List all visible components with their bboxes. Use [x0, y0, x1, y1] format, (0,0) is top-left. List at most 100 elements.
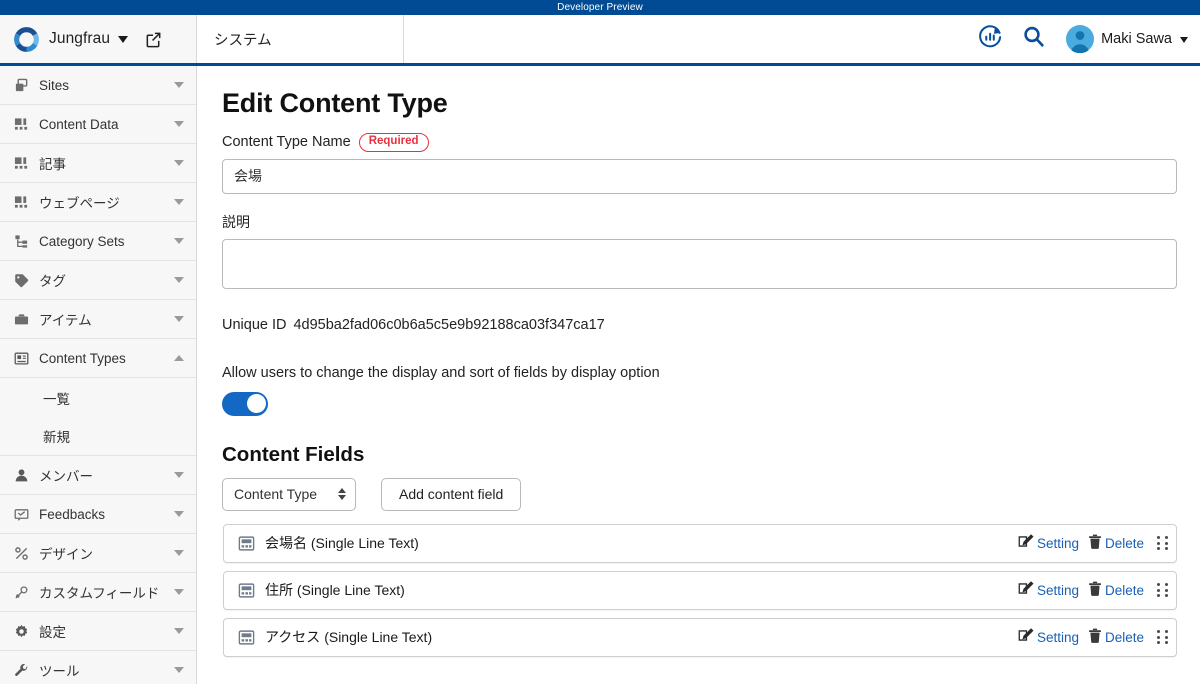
content-field-name: アクセス (Single Line Text): [265, 629, 433, 645]
sidebar: Sites Content Data 記事 ウェブページ Category Se…: [0, 66, 197, 684]
sidebar-item-label: ツール: [39, 664, 80, 679]
content-types-icon: [13, 350, 29, 366]
sidebar-item-tools[interactable]: ツール: [0, 651, 196, 684]
body-wrap: Sites Content Data 記事 ウェブページ Category Se…: [0, 66, 1200, 684]
drag-handle-icon[interactable]: [1157, 536, 1168, 550]
chevron-down-icon[interactable]: [174, 628, 184, 634]
sidebar-item-articles[interactable]: 記事: [0, 144, 196, 183]
setting-label: Setting: [1036, 582, 1079, 598]
drag-handle-icon[interactable]: [1157, 630, 1168, 644]
sidebar-item-members[interactable]: メンバー: [0, 456, 196, 495]
sidebar-item-label: 記事: [39, 157, 66, 172]
sidebar-item-content-data[interactable]: Content Data: [0, 105, 196, 144]
field-type-select-value: Content Type: [234, 486, 318, 502]
sidebar-subitem-list[interactable]: 一覧: [0, 378, 196, 417]
allow-users-label: Allow users to change the display and so…: [222, 364, 660, 381]
content-type-name-input[interactable]: [222, 158, 1177, 194]
stepper-icon: [338, 488, 346, 500]
delete-action[interactable]: Delete: [1088, 534, 1144, 553]
edit-icon: [1017, 580, 1034, 600]
tab-system-label: システム: [214, 32, 272, 49]
field-type-select[interactable]: Content Type: [222, 477, 356, 511]
sidebar-item-design[interactable]: デザイン: [0, 534, 196, 573]
chevron-up-icon[interactable]: [174, 355, 184, 361]
chevron-down-icon[interactable]: [174, 121, 184, 127]
sidebar-item-label: デザイン: [39, 547, 93, 562]
single-line-text-icon: [238, 535, 255, 552]
drag-handle-icon[interactable]: [1157, 583, 1168, 597]
content-field-row[interactable]: アクセス (Single Line Text) Setting Delete: [223, 617, 1177, 657]
user-name: Maki Sawa: [1101, 31, 1172, 47]
content-field-name: 会場名 (Single Line Text): [265, 535, 419, 551]
sidebar-item-settings[interactable]: 設定: [0, 612, 196, 651]
brand-area[interactable]: Jungfrau: [0, 15, 197, 63]
sidebar-subitem-label: 新規: [43, 430, 70, 445]
description-textarea[interactable]: [222, 238, 1177, 289]
content-field-actions: Setting Delete: [1017, 627, 1168, 647]
delete-label: Delete: [1104, 535, 1144, 551]
chevron-down-icon[interactable]: [174, 82, 184, 88]
content-fields-controls: Content Type Add content field: [222, 477, 1180, 511]
sidebar-item-items[interactable]: アイテム: [0, 300, 196, 339]
sidebar-item-sites[interactable]: Sites: [0, 66, 196, 105]
setting-action[interactable]: Setting: [1017, 580, 1079, 600]
category-sets-icon: [13, 233, 29, 249]
setting-action[interactable]: Setting: [1017, 533, 1079, 553]
chevron-down-icon[interactable]: [1180, 37, 1188, 43]
sidebar-item-label: Feedbacks: [39, 506, 106, 522]
page-title: Edit Content Type: [222, 88, 448, 118]
sites-icon: [13, 77, 29, 93]
wrench-icon: [13, 662, 29, 678]
content-type-name-label-row: Content Type Name Required: [222, 133, 1180, 152]
setting-label: Setting: [1036, 535, 1079, 551]
edit-square-icon[interactable]: [135, 30, 163, 49]
header-actions: Maki Sawa: [968, 15, 1200, 63]
sidebar-item-tags[interactable]: タグ: [0, 261, 196, 300]
chevron-down-icon[interactable]: [174, 472, 184, 478]
chevron-down-icon[interactable]: [174, 667, 184, 673]
chevron-down-icon[interactable]: [174, 160, 184, 166]
delete-action[interactable]: Delete: [1088, 581, 1144, 600]
jungfrau-logo-icon: [11, 24, 42, 55]
add-content-field-button[interactable]: Add content field: [381, 477, 522, 511]
sidebar-subitem-new[interactable]: 新規: [0, 417, 196, 456]
header-spacer: [404, 15, 968, 63]
setting-label: Setting: [1036, 629, 1079, 645]
allow-users-toggle[interactable]: [222, 391, 268, 416]
search-button[interactable]: [1012, 14, 1056, 65]
chart-refresh-icon: [977, 23, 1004, 55]
chevron-down-icon[interactable]: [174, 511, 184, 517]
sidebar-item-label: Content Data: [39, 116, 119, 132]
delete-label: Delete: [1104, 582, 1144, 598]
edit-icon: [1017, 533, 1034, 553]
content-field-list: 会場名 (Single Line Text) Setting Delete 住所…: [222, 523, 1180, 657]
sidebar-item-category-sets[interactable]: Category Sets: [0, 222, 196, 261]
analytics-button[interactable]: [968, 14, 1012, 65]
setting-action[interactable]: Setting: [1017, 627, 1079, 647]
chevron-down-icon[interactable]: [174, 277, 184, 283]
feedback-icon: [13, 506, 29, 522]
sidebar-item-webpages[interactable]: ウェブページ: [0, 183, 196, 222]
user-menu[interactable]: Maki Sawa: [1056, 14, 1190, 65]
top-header: Jungfrau システム Maki Sawa: [0, 15, 1200, 66]
sidebar-item-label: Sites: [39, 77, 70, 93]
sidebar-item-content-types[interactable]: Content Types: [0, 339, 196, 378]
chevron-down-icon[interactable]: [174, 199, 184, 205]
delete-action[interactable]: Delete: [1088, 628, 1144, 647]
content-fields-title: Content Fields: [222, 442, 365, 466]
tag-icon: [13, 272, 29, 288]
gear-icon: [13, 623, 29, 639]
chevron-down-icon[interactable]: [174, 238, 184, 244]
search-icon: [1021, 24, 1047, 55]
sidebar-item-label: カスタムフィールド: [39, 586, 160, 601]
sidebar-item-custom-fields[interactable]: カスタムフィールド: [0, 573, 196, 612]
chevron-down-icon[interactable]: [118, 35, 129, 43]
content-field-row[interactable]: 住所 (Single Line Text) Setting Delete: [223, 570, 1177, 610]
content-field-row[interactable]: 会場名 (Single Line Text) Setting Delete: [223, 523, 1177, 563]
chevron-down-icon[interactable]: [174, 589, 184, 595]
sidebar-item-feedbacks[interactable]: Feedbacks: [0, 495, 196, 534]
tab-system[interactable]: システム: [197, 15, 404, 63]
brand-name: Jungfrau: [49, 30, 111, 47]
chevron-down-icon[interactable]: [174, 550, 184, 556]
chevron-down-icon[interactable]: [174, 316, 184, 322]
